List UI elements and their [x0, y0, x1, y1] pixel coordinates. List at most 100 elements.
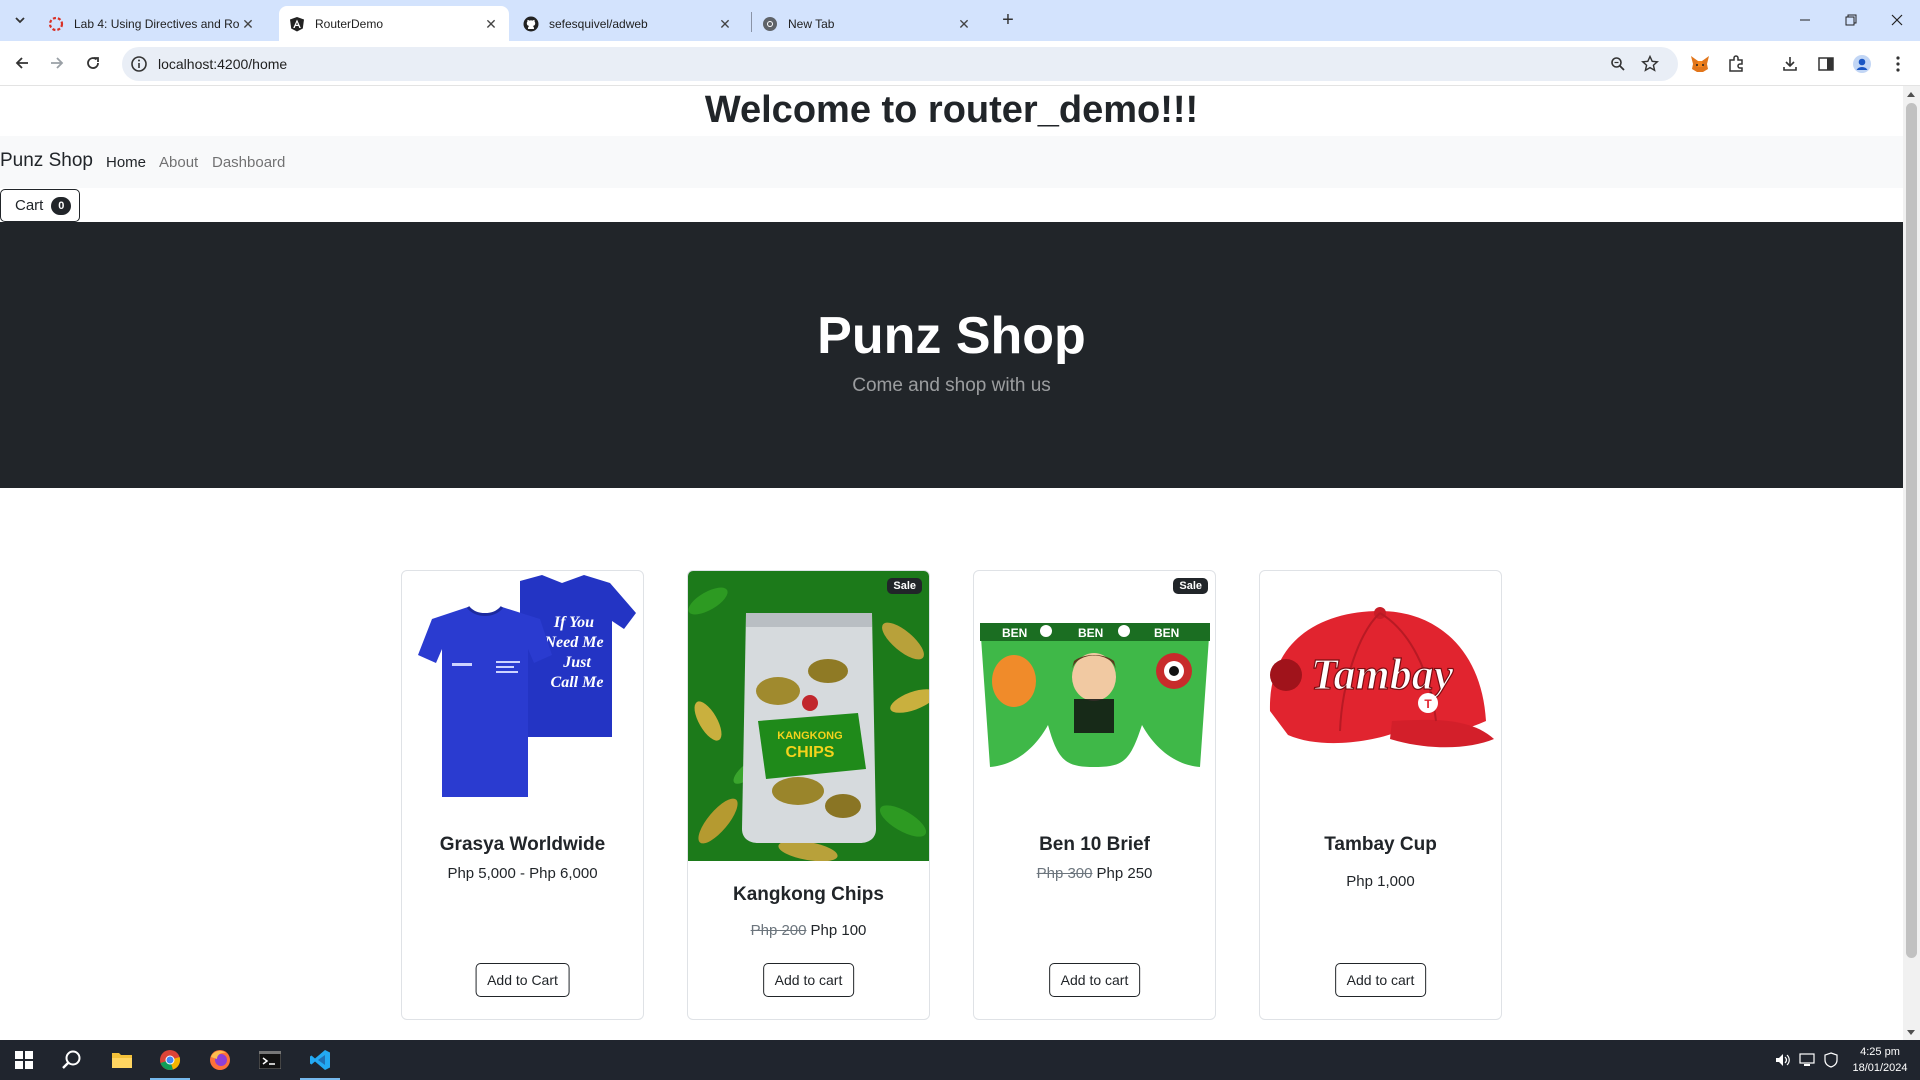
minimize-icon[interactable] — [1782, 0, 1828, 40]
product-price: Php 300 Php 250 — [974, 865, 1215, 882]
product-name: Tambay Cup — [1324, 834, 1437, 855]
svg-text:T: T — [1424, 697, 1432, 711]
tab-github[interactable]: sefesquivel/adweb ✕ — [513, 6, 743, 41]
kebab-menu-icon[interactable] — [1887, 53, 1909, 75]
nav-link-dashboard[interactable]: Dashboard — [212, 154, 285, 171]
price-current: Php 5,000 - Php 6,000 — [447, 865, 598, 882]
add-to-cart-button[interactable]: Add to cart — [1334, 963, 1427, 997]
close-icon[interactable]: ✕ — [240, 16, 256, 32]
svg-text:Call Me: Call Me — [551, 674, 604, 691]
security-shield-icon[interactable] — [1822, 1052, 1840, 1068]
chrome-icon[interactable] — [146, 1040, 194, 1080]
price-current: Php 250 — [1096, 865, 1153, 882]
product-price: Php 5,000 - Php 6,000 — [402, 865, 643, 882]
svg-text:If You: If You — [553, 614, 594, 631]
zoom-icon[interactable] — [1608, 54, 1628, 74]
product-card: BEN BEN BEN Sale Ben 10 Brief Php 300 Php… — [973, 570, 1216, 1020]
scrollbar-thumb[interactable] — [1906, 103, 1917, 958]
metamask-fox-icon[interactable] — [1689, 53, 1711, 75]
site-navbar: Punz Shop Home About Dashboard — [0, 136, 1903, 188]
back-arrow-icon[interactable] — [8, 49, 36, 77]
tab-search-icon[interactable] — [9, 9, 31, 31]
tab-lab4[interactable]: Lab 4: Using Directives and Rou ✕ — [38, 6, 266, 41]
price-old: Php 200 — [750, 922, 807, 939]
windows-taskbar: 4:25 pm 18/01/2024 — [0, 1040, 1920, 1080]
scroll-down-arrow-icon[interactable] — [1907, 1030, 1915, 1035]
svg-text:Just: Just — [562, 654, 591, 671]
page-viewport: Welcome to router_demo!!! Punz Shop Home… — [0, 86, 1903, 1040]
windows-start-icon[interactable] — [0, 1040, 48, 1080]
tab-routerdemo[interactable]: RouterDemo ✕ — [279, 6, 509, 41]
product-name: Grasya Worldwide — [439, 834, 606, 855]
vscode-icon[interactable] — [296, 1040, 344, 1080]
angular-favicon-icon — [289, 16, 305, 32]
product-image-chips-pouch: KANGKONG CHIPS Sale — [688, 571, 929, 862]
sale-badge: Sale — [1173, 578, 1208, 594]
tab-title: sefesquivel/adweb — [549, 16, 648, 31]
close-icon[interactable]: ✕ — [717, 16, 733, 32]
clock-time: 4:25 pm — [1860, 1046, 1900, 1058]
taskbar-clock[interactable]: 4:25 pm 18/01/2024 — [1843, 1044, 1917, 1076]
tab-title: Lab 4: Using Directives and Rou — [74, 16, 240, 31]
github-favicon-icon — [523, 16, 539, 32]
tab-newtab[interactable]: New Tab ✕ — [752, 6, 982, 41]
close-icon[interactable]: ✕ — [956, 16, 972, 32]
page-scrollbar[interactable] — [1903, 86, 1920, 1040]
bookmark-star-icon[interactable] — [1640, 54, 1660, 74]
svg-text:BEN: BEN — [1002, 626, 1027, 640]
add-to-cart-button[interactable]: Add to cart — [1048, 963, 1141, 997]
product-card: KANGKONG CHIPS Sale Kangkong Chips Php 2… — [687, 570, 930, 1020]
svg-text:KANGKONG: KANGKONG — [777, 730, 842, 742]
tab-title: New Tab — [788, 16, 835, 31]
volume-icon[interactable] — [1774, 1052, 1792, 1068]
close-icon[interactable]: ✕ — [483, 16, 499, 32]
product-price: Php 1,000 — [1260, 873, 1501, 890]
forward-arrow-icon[interactable] — [43, 49, 71, 77]
cart-count-badge: 0 — [51, 196, 72, 215]
svg-text:BEN: BEN — [1154, 626, 1179, 640]
address-bar[interactable]: localhost:4200/home — [122, 47, 1678, 81]
product-price: Php 200 Php 100 — [688, 922, 929, 939]
product-card: Tambay T Tambay Cup Php 1,000 Add to car… — [1259, 570, 1502, 1020]
add-to-cart-button[interactable]: Add to cart — [762, 963, 855, 997]
chrome-favicon-icon — [762, 16, 778, 32]
close-window-icon[interactable] — [1874, 0, 1920, 40]
product-name: Ben 10 Brief — [1039, 834, 1150, 855]
download-icon[interactable] — [1779, 53, 1801, 75]
tab-title: RouterDemo — [315, 16, 384, 31]
product-image-ben10-brief: BEN BEN BEN Sale — [974, 571, 1215, 861]
scroll-up-arrow-icon[interactable] — [1907, 92, 1915, 97]
nav-link-home[interactable]: Home — [106, 154, 146, 171]
restore-icon[interactable] — [1828, 0, 1874, 40]
svg-text:BEN: BEN — [1078, 626, 1103, 640]
url-text: localhost:4200/home — [158, 56, 288, 72]
browser-toolbar: localhost:4200/home — [0, 41, 1920, 86]
product-name: Kangkong Chips — [733, 884, 884, 905]
file-explorer-icon[interactable] — [98, 1040, 146, 1080]
reload-icon[interactable] — [79, 49, 107, 77]
cart-button[interactable]: Cart 0 — [0, 189, 80, 222]
price-old: Php 300 — [1036, 865, 1093, 882]
svg-text:Tambay: Tambay — [1311, 650, 1454, 699]
add-to-cart-button[interactable]: Add to Cart — [475, 963, 570, 997]
terminal-icon[interactable] — [246, 1040, 294, 1080]
clock-date: 18/01/2024 — [1852, 1062, 1908, 1074]
nav-link-about[interactable]: About — [159, 154, 198, 171]
lab-favicon-icon — [48, 16, 64, 32]
site-info-icon[interactable] — [130, 55, 148, 73]
hero-title: Punz Shop — [817, 307, 1086, 365]
firefox-icon[interactable] — [196, 1040, 244, 1080]
hero-banner: Punz Shop Come and shop with us — [0, 222, 1903, 488]
svg-text:CHIPS: CHIPS — [786, 744, 835, 761]
product-card: If You Need Me Just Call Me Grasya World… — [401, 570, 644, 1020]
new-tab-plus-icon[interactable]: + — [995, 8, 1021, 34]
browser-tabstrip: Lab 4: Using Directives and Rou ✕ Router… — [0, 0, 1920, 41]
product-image-red-cap: Tambay T — [1260, 571, 1501, 861]
navbar-brand[interactable]: Punz Shop — [0, 150, 93, 172]
price-current: Php 1,000 — [1346, 873, 1415, 890]
search-icon[interactable] — [48, 1040, 96, 1080]
profile-avatar-icon[interactable] — [1851, 53, 1873, 75]
side-panel-icon[interactable] — [1815, 53, 1837, 75]
extensions-puzzle-icon[interactable] — [1725, 53, 1747, 75]
network-icon[interactable] — [1798, 1052, 1816, 1068]
